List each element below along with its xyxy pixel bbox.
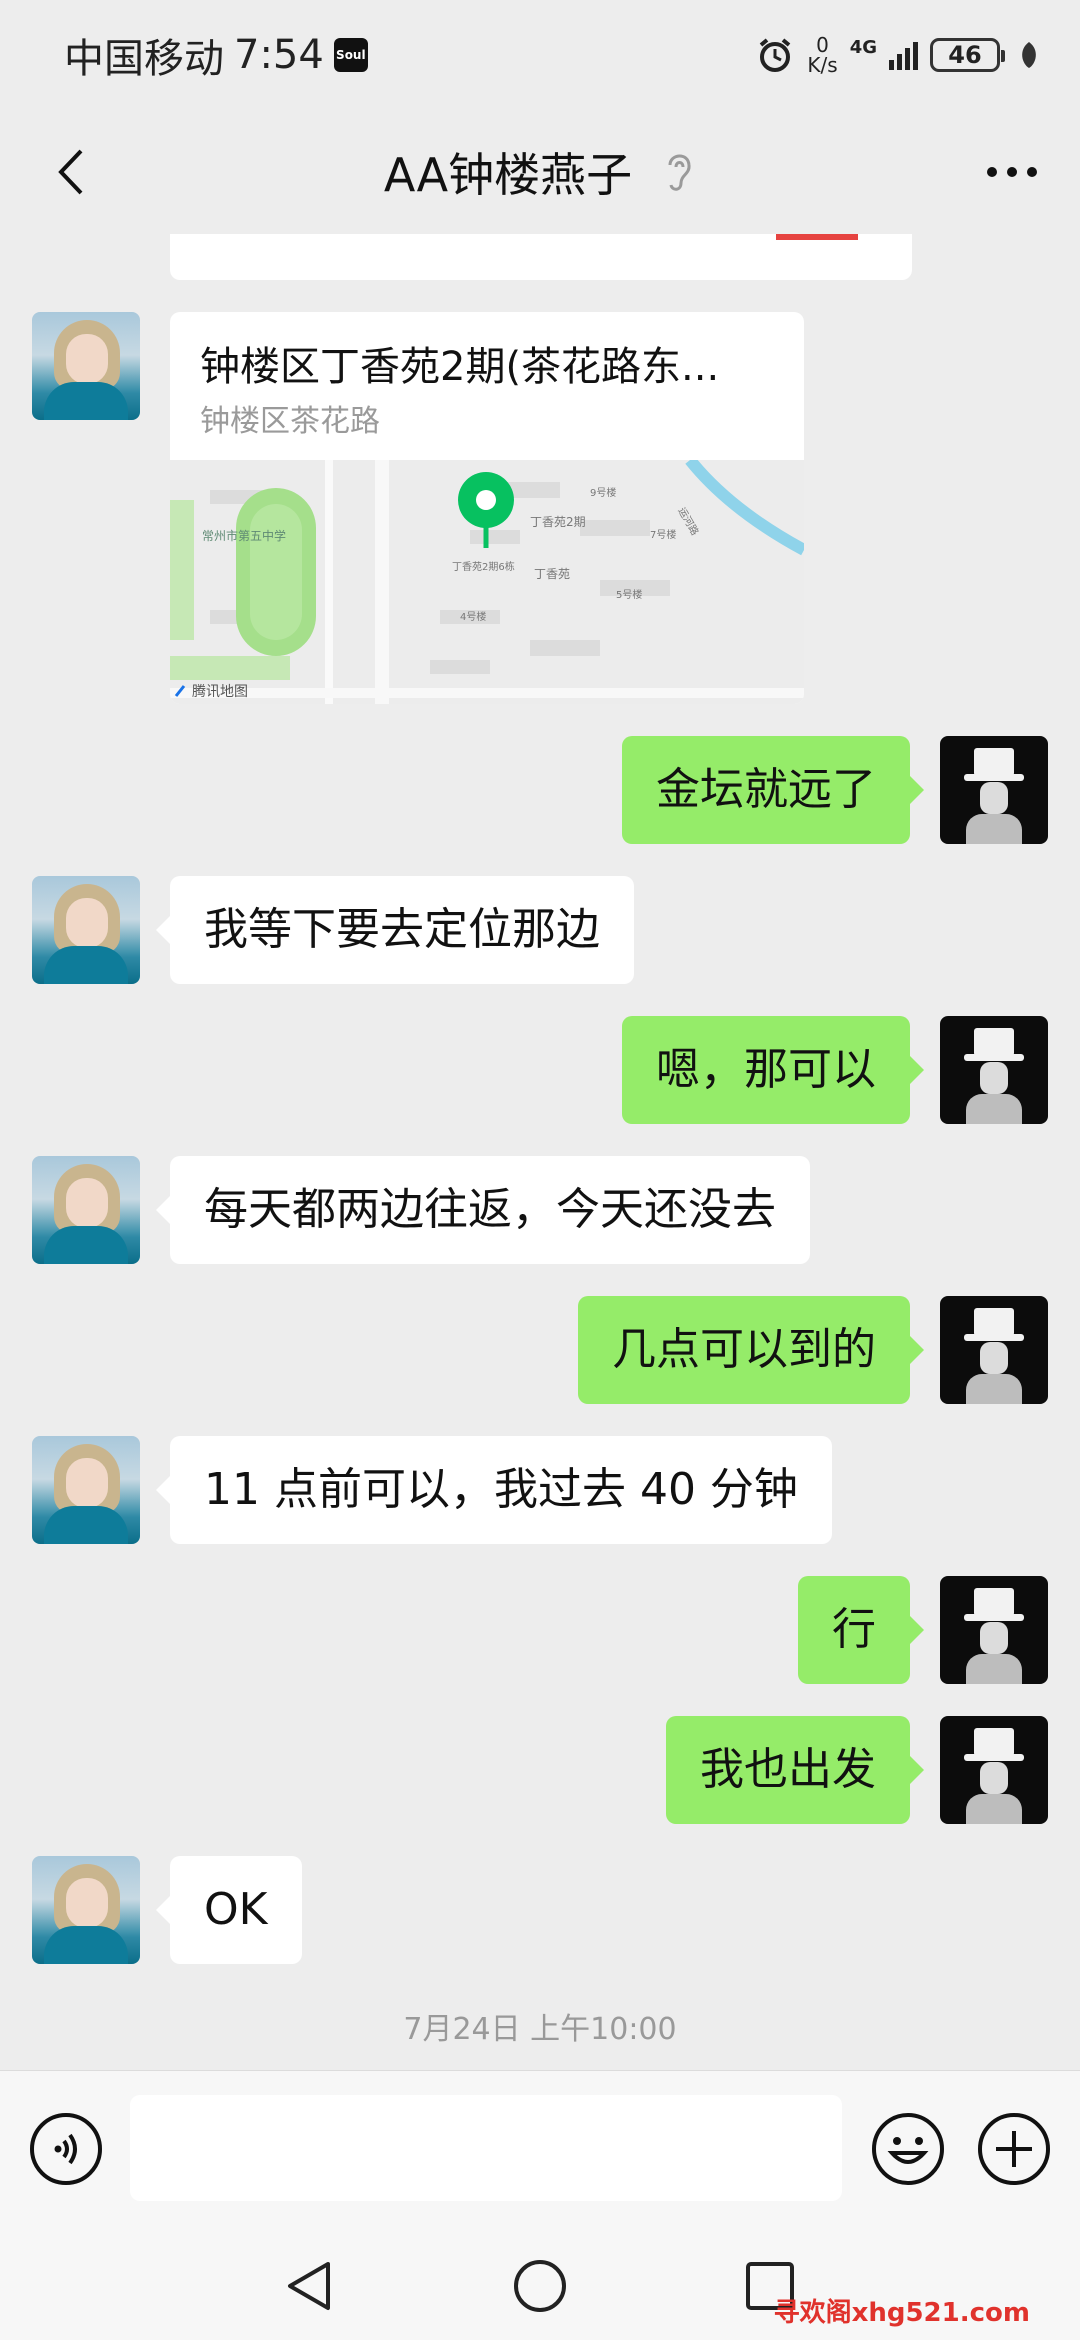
incoming-message[interactable]: 每天都两边往返，今天还没去	[156, 1156, 810, 1264]
battery-level: 46	[948, 41, 982, 69]
outgoing-message[interactable]: 我也出发	[666, 1716, 924, 1824]
back-button[interactable]	[40, 140, 100, 204]
leaf-icon	[1022, 42, 1036, 68]
contact-avatar[interactable]	[32, 1856, 140, 1964]
voice-icon[interactable]	[28, 2111, 104, 2187]
previous-message-bubble[interactable]	[170, 234, 912, 280]
emoji-icon[interactable]	[870, 2111, 946, 2187]
my-avatar[interactable]	[940, 1296, 1048, 1404]
map-label-l3: 7号楼	[650, 528, 676, 541]
net-speed-value: 0	[816, 33, 829, 57]
status-right: 0 K/s 4G 46	[755, 35, 1040, 75]
battery-icon: 46	[930, 38, 1005, 72]
outgoing-message[interactable]: 行	[798, 1576, 924, 1684]
chat-message-list[interactable]: 钟楼区丁香苑2期(茶花路东... 钟楼区茶花路 常州市第五中学 9号楼 丁香苑2…	[0, 234, 1080, 2070]
watermark: 寻欢阁xhg521.com	[773, 2298, 1030, 2328]
contact-avatar[interactable]	[32, 312, 140, 420]
location-title: 钟楼区丁香苑2期(茶花路东...	[200, 344, 720, 390]
net-speed: 0 K/s	[807, 35, 837, 75]
carrier-label: 中国移动	[64, 36, 224, 82]
message-timestamp: 7月24日 上午10:00	[403, 2012, 677, 2047]
map-label-l1: 9号楼	[590, 486, 616, 499]
map-label-l7: 4号楼	[460, 610, 486, 623]
system-home-icon[interactable]	[510, 2256, 570, 2316]
status-left: 中国移动 7:54 Soul	[64, 26, 368, 84]
contact-avatar[interactable]	[32, 876, 140, 984]
more-dots-icon	[987, 167, 1037, 177]
system-navigation-bar: 寻欢阁xhg521.com	[0, 2230, 1080, 2340]
outgoing-message[interactable]: 嗯，那可以	[622, 1016, 924, 1124]
soul-app-icon: Soul	[333, 38, 368, 72]
signal-icon	[889, 40, 918, 70]
contact-name: AA钟楼燕子	[383, 148, 633, 202]
alarm-icon	[760, 38, 791, 72]
chat-header: AA钟楼燕子	[0, 110, 1080, 234]
input-bar	[0, 2070, 1080, 2230]
my-avatar[interactable]	[940, 1016, 1048, 1124]
previous-message-accent	[776, 234, 858, 240]
map-label-school: 常州市第五中学	[202, 528, 286, 543]
location-map: 常州市第五中学 9号楼 丁香苑2期 7号楼 丁香苑2期6栋 丁香苑 5号楼 4号…	[170, 460, 804, 704]
incoming-message[interactable]: OK	[156, 1856, 302, 1964]
plus-circle-icon[interactable]	[976, 2111, 1052, 2187]
map-label-l6: 5号楼	[616, 588, 642, 601]
chat-title: AA钟楼燕子	[384, 139, 696, 205]
outgoing-message[interactable]: 几点可以到的	[578, 1296, 924, 1404]
status-bar: 中国移动 7:54 Soul 0 K/s 4G 46	[0, 0, 1080, 110]
map-label-l2: 丁香苑2期	[530, 515, 586, 529]
ear-icon	[668, 154, 691, 191]
location-subtitle: 钟楼区茶花路	[200, 404, 380, 439]
message-input[interactable]	[130, 2095, 842, 2201]
net-speed-unit: K/s	[807, 53, 838, 77]
location-message-card[interactable]: 钟楼区丁香苑2期(茶花路东... 钟楼区茶花路 常州市第五中学 9号楼 丁香苑2…	[170, 312, 804, 704]
contact-avatar[interactable]	[32, 1436, 140, 1544]
incoming-message[interactable]: 我等下要去定位那边	[156, 876, 634, 984]
chevron-left-icon	[58, 149, 83, 195]
my-avatar[interactable]	[940, 736, 1048, 844]
more-button[interactable]	[980, 140, 1044, 204]
map-label-l4: 丁香苑2期6栋	[452, 560, 515, 573]
my-avatar[interactable]	[940, 1716, 1048, 1824]
outgoing-message[interactable]: 金坛就远了	[622, 736, 924, 844]
contact-avatar[interactable]	[32, 1156, 140, 1264]
system-back-icon[interactable]	[280, 2256, 340, 2316]
map-brand-label: 腾讯地图	[192, 683, 248, 700]
incoming-message[interactable]: 11 点前可以，我过去 40 分钟	[156, 1436, 832, 1544]
my-avatar[interactable]	[940, 1576, 1048, 1684]
map-label-l5: 丁香苑	[534, 567, 570, 581]
clock: 7:54	[234, 32, 324, 78]
network-type: 4G	[849, 37, 877, 58]
